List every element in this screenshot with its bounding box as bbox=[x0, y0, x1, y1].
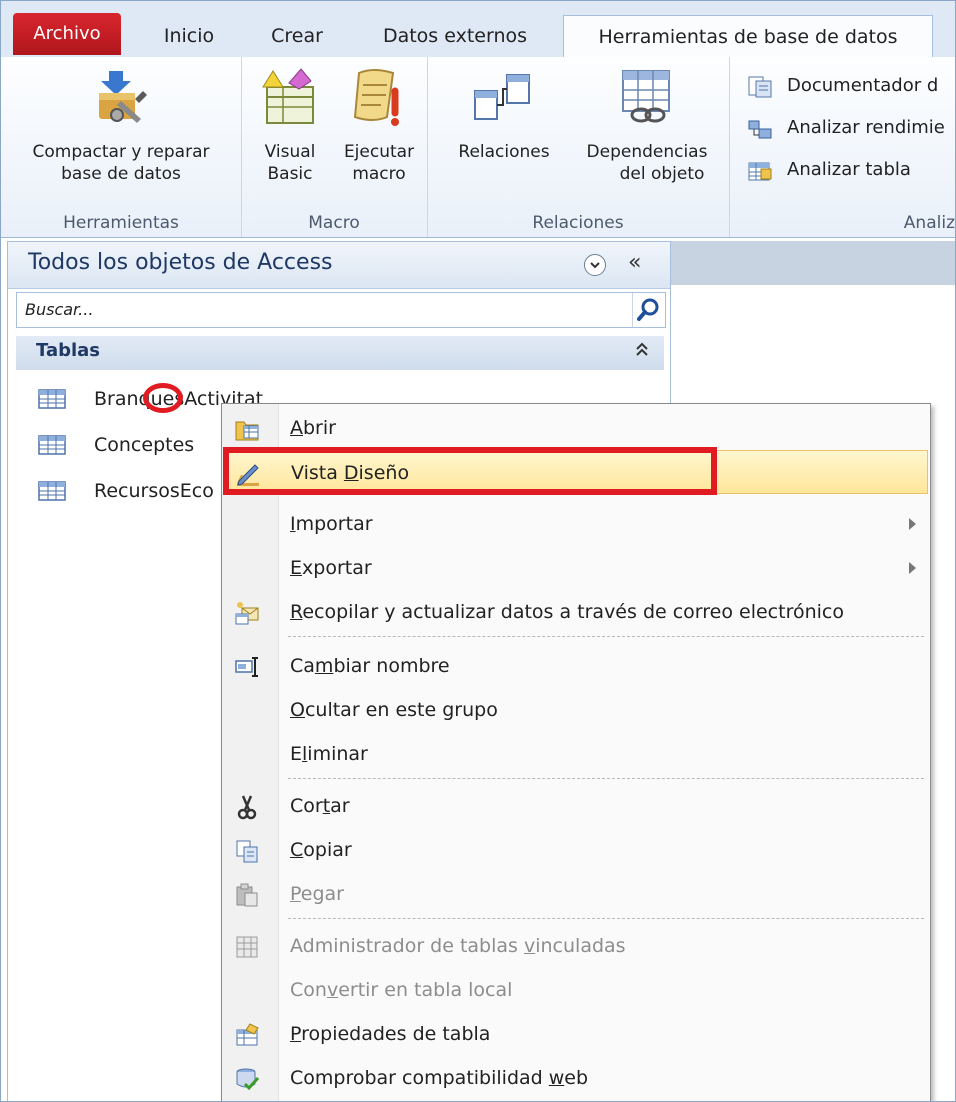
nav-item-label: Conceptes bbox=[94, 434, 195, 456]
search-input[interactable] bbox=[17, 293, 631, 325]
menu-item-abrir[interactable]: Abrir bbox=[222, 406, 930, 450]
nav-pane-title: Todos los objetos de Access bbox=[28, 250, 333, 275]
tab-datos-externos[interactable]: Datos externos bbox=[365, 15, 545, 57]
tab-crear[interactable]: Crear bbox=[257, 15, 337, 57]
analyze-performance-icon bbox=[748, 120, 772, 139]
menu-item-convertir-tabla-local[interactable]: Convertir en tabla local bbox=[222, 968, 930, 1012]
rename-icon bbox=[235, 657, 258, 677]
documenter-icon bbox=[748, 76, 772, 98]
nav-pane-dropdown-icon[interactable] bbox=[584, 254, 606, 276]
table-icon bbox=[38, 435, 66, 455]
collect-data-email-icon bbox=[235, 602, 259, 625]
menu-separator bbox=[288, 778, 924, 779]
analyze-performance-button[interactable]: Analizar rendimie bbox=[747, 113, 955, 143]
annotation-red-circle bbox=[143, 383, 183, 413]
run-macro-button[interactable]: Ejecutar macro bbox=[335, 63, 423, 199]
ribbon-group-herramientas: Compactar y reparar base de datos Herram… bbox=[1, 57, 242, 237]
group-label-herramientas: Herramientas bbox=[63, 213, 179, 233]
database-documenter-button[interactable]: Documentador d bbox=[747, 71, 955, 101]
search-icon bbox=[637, 298, 659, 321]
ribbon-group-macro: Visual Basic Ejecutar macro Macro bbox=[241, 57, 428, 237]
analyze-table-button[interactable]: Analizar tabla bbox=[747, 155, 955, 185]
relations-icon bbox=[474, 74, 530, 120]
ribbon-tab-bar: Archivo Inicio Crear Datos externos Herr… bbox=[1, 1, 955, 59]
group-label-macro: Macro bbox=[308, 213, 360, 233]
menu-separator bbox=[288, 918, 924, 919]
search-button[interactable] bbox=[632, 293, 665, 327]
run-macro-icon bbox=[353, 69, 399, 126]
open-table-icon bbox=[235, 421, 259, 441]
compact-repair-button[interactable]: Compactar y reparar base de datos bbox=[7, 63, 235, 199]
relations-button[interactable]: Relaciones bbox=[441, 63, 567, 199]
menu-item-pegar[interactable]: Pegar bbox=[222, 872, 930, 916]
menu-item-cambiar-nombre[interactable]: Cambiar nombre bbox=[222, 644, 930, 688]
visual-basic-button[interactable]: Visual Basic bbox=[251, 63, 329, 199]
web-compatibility-check-icon bbox=[236, 1068, 260, 1091]
collapse-section-icon[interactable] bbox=[634, 340, 650, 363]
menu-item-copiar[interactable]: Copiar bbox=[222, 828, 930, 872]
ribbon: Compactar y reparar base de datos Herram… bbox=[1, 57, 955, 238]
menu-item-exportar[interactable]: Exportar bbox=[222, 546, 930, 590]
object-dependencies-button[interactable]: Dependencias del objeto bbox=[573, 63, 721, 199]
linked-table-manager-icon bbox=[236, 936, 258, 958]
submenu-arrow-icon bbox=[909, 518, 916, 530]
analyze-table-icon bbox=[748, 162, 772, 181]
menu-item-importar[interactable]: Importar bbox=[222, 502, 930, 546]
paste-icon bbox=[236, 883, 258, 907]
access-window: Archivo Inicio Crear Datos externos Herr… bbox=[0, 0, 956, 1102]
annotation-red-box bbox=[223, 447, 717, 495]
menu-item-administrador-tablas-vinculadas[interactable]: Administrador de tablas vinculadas bbox=[222, 924, 930, 968]
table-icon bbox=[38, 389, 66, 409]
context-menu: Abrir Vista Diseño Importar Exportar Rec… bbox=[221, 403, 931, 1101]
group-label-relaciones: Relaciones bbox=[532, 213, 624, 233]
nav-pane-header[interactable]: Todos los objetos de Access « bbox=[8, 242, 670, 289]
tab-inicio[interactable]: Inicio bbox=[141, 15, 237, 57]
menu-item-ocultar-grupo[interactable]: Ocultar en este grupo bbox=[222, 688, 930, 732]
table-icon bbox=[38, 481, 66, 501]
ribbon-group-analizar: Documentador d Analizar rendimie Analiza… bbox=[729, 57, 955, 237]
tables-section-title: Tablas bbox=[36, 340, 101, 361]
menu-item-eliminar[interactable]: Eliminar bbox=[222, 732, 930, 776]
double-chevron-up-icon bbox=[636, 342, 648, 356]
visual-basic-icon bbox=[262, 68, 314, 124]
tables-section-header[interactable]: Tablas bbox=[16, 336, 664, 370]
copy-icon bbox=[236, 840, 258, 863]
table-properties-icon bbox=[236, 1023, 259, 1046]
chevron-down-icon bbox=[590, 262, 600, 269]
scissors-icon bbox=[237, 795, 257, 820]
nav-search-box bbox=[16, 292, 666, 328]
ribbon-group-relaciones: Relaciones Dependencias del objeto Relac… bbox=[427, 57, 730, 237]
menu-separator bbox=[288, 636, 924, 637]
menu-item-propiedades-tabla[interactable]: Propiedades de tabla bbox=[222, 1012, 930, 1056]
nav-pane-collapse-button[interactable]: « bbox=[628, 250, 641, 275]
menu-item-recopilar-datos[interactable]: Recopilar y actualizar datos a través de… bbox=[222, 590, 930, 634]
menu-item-cortar[interactable]: Cortar bbox=[222, 784, 930, 828]
tab-herramientas-base-datos[interactable]: Herramientas de base de datos bbox=[563, 15, 933, 59]
nav-item-label: RecursosEco bbox=[94, 480, 214, 502]
tab-archivo[interactable]: Archivo bbox=[13, 13, 121, 55]
menu-item-comprobar-compatibilidad-web[interactable]: Comprobar compatibilidad web bbox=[222, 1056, 930, 1100]
submenu-arrow-icon bbox=[909, 562, 916, 574]
document-tab-strip bbox=[671, 241, 955, 285]
object-dependencies-icon bbox=[622, 70, 670, 123]
compact-repair-icon bbox=[99, 71, 147, 123]
group-label-analizar: Analiz bbox=[903, 213, 955, 233]
